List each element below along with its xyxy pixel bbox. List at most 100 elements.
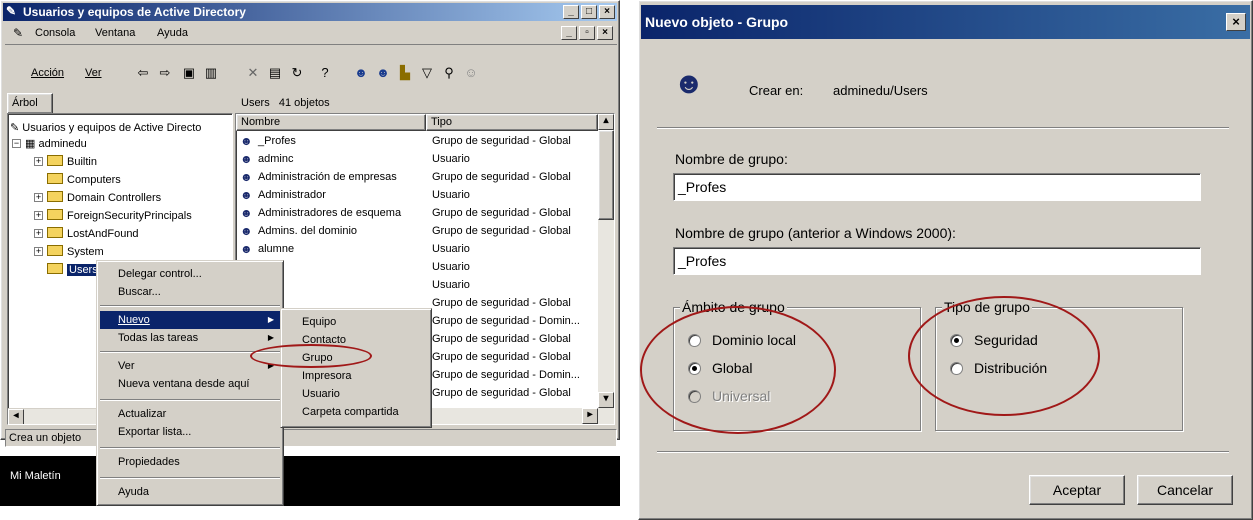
submenu-item-carpeta[interactable]: Carpeta compartida (284, 403, 428, 421)
menu-ver[interactable]: Ver (85, 67, 102, 79)
scroll-down-button[interactable]: ▾ (598, 392, 614, 408)
up-folder-icon[interactable]: ▣ (181, 65, 197, 81)
menu-item-actualizar[interactable]: Actualizar (100, 405, 280, 423)
menu-item-delegar[interactable]: Delegar control... (100, 265, 280, 283)
tree-item-users[interactable]: Users (47, 262, 100, 278)
row-type: Usuario (432, 153, 470, 165)
row-name: _Profes (258, 135, 296, 147)
tree-label: Builtin (67, 156, 97, 168)
menu-item-nuevo[interactable]: Nuevo ▶ (100, 311, 280, 329)
forward-arrow-icon[interactable]: ⇨ (157, 65, 173, 81)
tree-label: Computers (67, 174, 121, 186)
find-icon[interactable]: ⚲ (441, 65, 457, 81)
submenu-item-equipo[interactable]: Equipo (284, 313, 428, 331)
row-type: Grupo de seguridad - Global (432, 333, 571, 345)
filter-icon[interactable]: ▽ (419, 65, 435, 81)
tree-item-system[interactable]: + System (34, 244, 104, 260)
row-name: Administración de empresas (258, 171, 397, 183)
domain-icon: ▦ (25, 138, 39, 150)
list-vscrollbar[interactable]: ▴ ▾ (598, 114, 614, 408)
group-name-pre2000-field[interactable]: _Profes (673, 247, 1201, 275)
table-row[interactable]: ☻adorUsuario (238, 258, 600, 276)
cancel-button-label: Cancelar (1156, 482, 1214, 498)
maximize-button[interactable]: □ (581, 5, 597, 19)
menu-accion[interactable]: Acción (31, 67, 64, 79)
tree-label: LostAndFound (67, 228, 139, 240)
menu-item-ayuda[interactable]: Ayuda (100, 483, 280, 501)
scroll-up-button[interactable]: ▴ (598, 114, 614, 130)
table-row[interactable]: ☻eUsuario (238, 276, 600, 294)
context-menu: Delegar control... Buscar... Nuevo ▶ Toda… (96, 260, 284, 506)
scroll-left-button[interactable]: ◂ (8, 409, 24, 424)
add-to-group-icon[interactable]: ☺ (463, 65, 479, 81)
table-row[interactable]: ☻ Administradores de esquema Grupo de segu… (238, 204, 600, 222)
dialog-close-button[interactable]: × (1226, 13, 1246, 31)
expand-icon[interactable]: + (34, 229, 43, 238)
tree-root[interactable]: ✎ Usuarios y equipos de Active Directo (10, 120, 201, 136)
row-name: adminc (258, 153, 294, 165)
tree-tab-label: Árbol (12, 97, 38, 109)
ad-title: Usuarios y equipos de Active Directory (23, 5, 246, 19)
table-row[interactable]: ☻ Administración de empresas Grupo de segu… (238, 168, 600, 186)
menu-ayuda[interactable]: Ayuda (157, 27, 188, 39)
column-header-tipo[interactable]: Tipo (426, 114, 598, 131)
table-row[interactable]: ☻ Admins. del dominio Grupo de seguridad -… (238, 222, 600, 240)
table-row[interactable]: ☻ Administrador Usuario (238, 186, 600, 204)
table-row[interactable]: ☻ adminc Usuario (238, 150, 600, 168)
new-group-icon[interactable]: ☻ (375, 65, 391, 81)
ok-button[interactable]: Aceptar (1029, 475, 1125, 505)
console-icon: ✎ (13, 26, 24, 40)
expand-icon[interactable]: + (34, 247, 43, 256)
close-button[interactable]: × (599, 5, 615, 19)
column-label: Tipo (431, 116, 452, 128)
menu-item-exportar[interactable]: Exportar lista... (100, 423, 280, 441)
properties-icon[interactable]: ▤ (267, 65, 283, 81)
row-type: Grupo de seguridad - Global (432, 171, 571, 183)
column-header-nombre[interactable]: Nombre (236, 114, 426, 131)
menu-item-label: Nuevo (118, 314, 150, 326)
tree-item-builtin[interactable]: + Builtin (34, 154, 97, 170)
dialog-divider (657, 127, 1229, 129)
tree-item-domain-controllers[interactable]: + Domain Controllers (34, 190, 161, 206)
new-ou-icon[interactable]: ▙ (397, 65, 413, 81)
tree-item-foreign[interactable]: + ForeignSecurityPrincipals (34, 208, 192, 224)
expand-icon[interactable]: + (34, 211, 43, 220)
menu-consola[interactable]: Consola (35, 27, 75, 39)
show-tree-icon[interactable]: ▥ (203, 65, 219, 81)
tree-domain[interactable]: − ▦ adminedu (12, 136, 87, 152)
scroll-right-button[interactable]: ▸ (582, 408, 598, 424)
list-object-count: Users 41 objetos (241, 97, 330, 109)
submenu-item-usuario[interactable]: Usuario (284, 385, 428, 403)
tree-item-computers[interactable]: Computers (47, 172, 121, 188)
delete-icon[interactable]: ✕ (245, 65, 261, 81)
child-minimize-button[interactable]: _ (561, 26, 577, 40)
menu-item-nueva-ventana[interactable]: Nueva ventana desde aquí (100, 375, 280, 393)
minimize-button[interactable]: _ (563, 5, 579, 19)
expand-icon[interactable]: + (34, 157, 43, 166)
cancel-button[interactable]: Cancelar (1137, 475, 1233, 505)
expand-icon[interactable]: + (34, 193, 43, 202)
table-row[interactable]: ☻ _Profes Grupo de seguridad - Global (238, 132, 600, 150)
child-restore-button[interactable]: ▫ (579, 26, 595, 40)
group-name-pre2000-value: _Profes (678, 253, 727, 269)
refresh-icon[interactable]: ↻ (289, 65, 305, 81)
menu-item-propiedades[interactable]: Propiedades (100, 453, 280, 471)
tree-tab[interactable]: Árbol (7, 93, 53, 113)
submenu-item-impresora[interactable]: Impresora (284, 367, 428, 385)
menu-ventana[interactable]: Ventana (95, 27, 135, 39)
row-name: Administradores de esquema (258, 207, 402, 219)
collapse-icon[interactable]: − (12, 139, 21, 148)
new-user-icon[interactable]: ☻ (353, 65, 369, 81)
group-name-field[interactable]: _Profes (673, 173, 1201, 201)
help-icon[interactable]: ? (317, 65, 333, 81)
menu-item-todas-tareas[interactable]: Todas las tareas ▶ (100, 329, 280, 347)
table-row[interactable]: ☻ alumne Usuario (238, 240, 600, 258)
desktop-item-label[interactable]: Mi Maletín (10, 470, 61, 482)
row-type: Usuario (432, 261, 470, 273)
tree-domain-label: adminedu (38, 138, 87, 150)
child-close-button[interactable]: × (597, 26, 613, 40)
tree-item-lostandfound[interactable]: + LostAndFound (34, 226, 139, 242)
back-arrow-icon[interactable]: ⇦ (135, 65, 151, 81)
scroll-thumb[interactable] (598, 130, 614, 220)
menu-item-buscar[interactable]: Buscar... (100, 283, 280, 301)
